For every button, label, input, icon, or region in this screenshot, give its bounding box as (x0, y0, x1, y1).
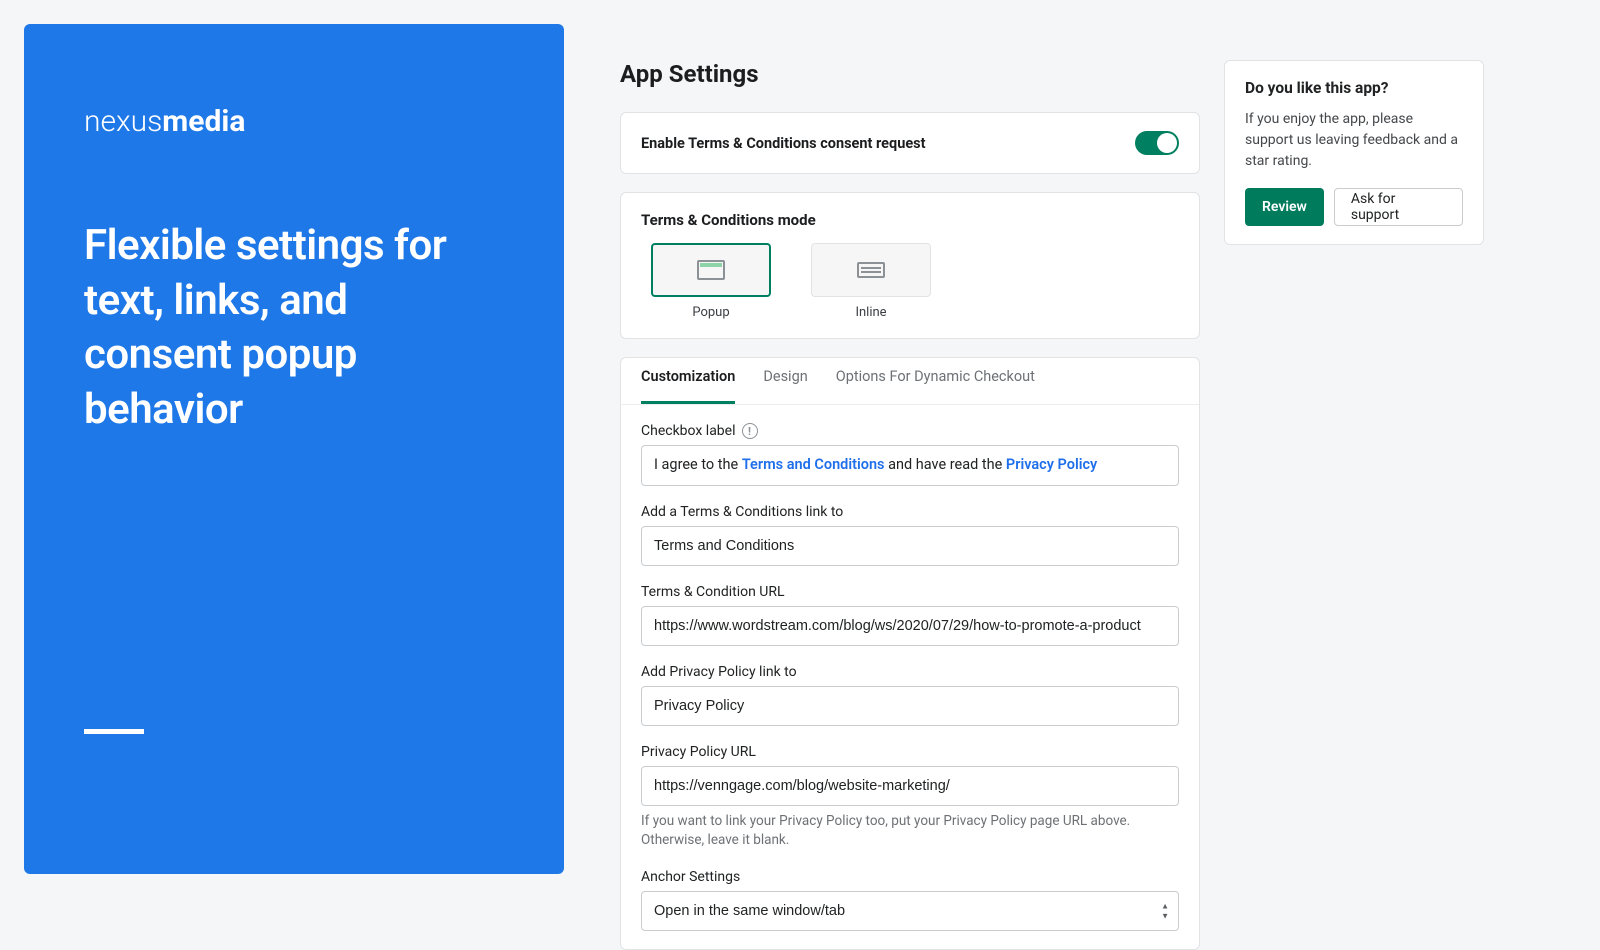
mode-option-popup[interactable] (651, 243, 771, 297)
pp-url-input[interactable] (641, 766, 1179, 806)
modes-title: Terms & Conditions mode (641, 211, 1179, 229)
promo-panel: nexusmedia Flexible settings for text, l… (24, 24, 564, 874)
pp-link-label: Add Privacy Policy link to (641, 664, 1179, 680)
preview-pre: I agree to the (654, 456, 742, 473)
preview-privacy-link: Privacy Policy (1006, 456, 1097, 473)
mode-label-inline: Inline (855, 305, 886, 320)
divider-line (84, 729, 144, 734)
tab-design[interactable]: Design (763, 354, 807, 404)
anchor-label: Anchor Settings (641, 869, 1179, 885)
pp-url-label: Privacy Policy URL (641, 744, 1179, 760)
enable-card: Enable Terms & Conditions consent reques… (620, 112, 1200, 174)
inline-icon (857, 260, 885, 280)
brand-bold: media (162, 104, 245, 139)
mode-option-inline[interactable] (811, 243, 931, 297)
tc-link-input[interactable] (641, 526, 1179, 566)
customization-card: Customization Design Options For Dynamic… (620, 357, 1200, 950)
tc-link-label: Add a Terms & Conditions link to (641, 504, 1179, 520)
enable-toggle[interactable] (1135, 131, 1179, 155)
toggle-knob (1157, 133, 1177, 153)
tc-url-input[interactable] (641, 606, 1179, 646)
tc-url-label: Terms & Condition URL (641, 584, 1179, 600)
brand-logo: nexusmedia (84, 104, 504, 139)
popup-icon (697, 260, 725, 280)
preview-mid: and have read the (885, 456, 1006, 473)
pp-link-input[interactable] (641, 686, 1179, 726)
chevron-updown-icon: ▲▼ (1161, 901, 1169, 920)
support-card: Do you like this app? If you enjoy the a… (1224, 60, 1484, 245)
brand-prefix: nexus (84, 104, 162, 139)
tabs: Customization Design Options For Dynamic… (621, 354, 1199, 405)
modes-card: Terms & Conditions mode Popup Inline (620, 192, 1200, 339)
preview-terms-link: Terms and Conditions (742, 456, 885, 473)
review-button[interactable]: Review (1245, 188, 1324, 226)
tab-customization[interactable]: Customization (641, 354, 735, 404)
page-title: App Settings (620, 60, 1200, 88)
support-text: If you enjoy the app, please support us … (1245, 109, 1463, 172)
ask-support-button[interactable]: Ask for support (1334, 188, 1463, 226)
tab-dynamic-checkout[interactable]: Options For Dynamic Checkout (836, 354, 1035, 404)
anchor-select[interactable] (641, 891, 1179, 931)
checkbox-label-title: Checkbox label ! (641, 423, 1179, 439)
checkbox-label-text: Checkbox label (641, 423, 736, 439)
checkbox-label-preview[interactable]: I agree to the Terms and Conditions and … (641, 445, 1179, 486)
mode-label-popup: Popup (692, 305, 729, 320)
promo-headline: Flexible settings for text, links, and c… (84, 219, 504, 437)
enable-label: Enable Terms & Conditions consent reques… (641, 135, 926, 152)
info-icon[interactable]: ! (742, 423, 758, 439)
pp-helper-text: If you want to link your Privacy Policy … (641, 812, 1179, 851)
support-title: Do you like this app? (1245, 79, 1463, 97)
